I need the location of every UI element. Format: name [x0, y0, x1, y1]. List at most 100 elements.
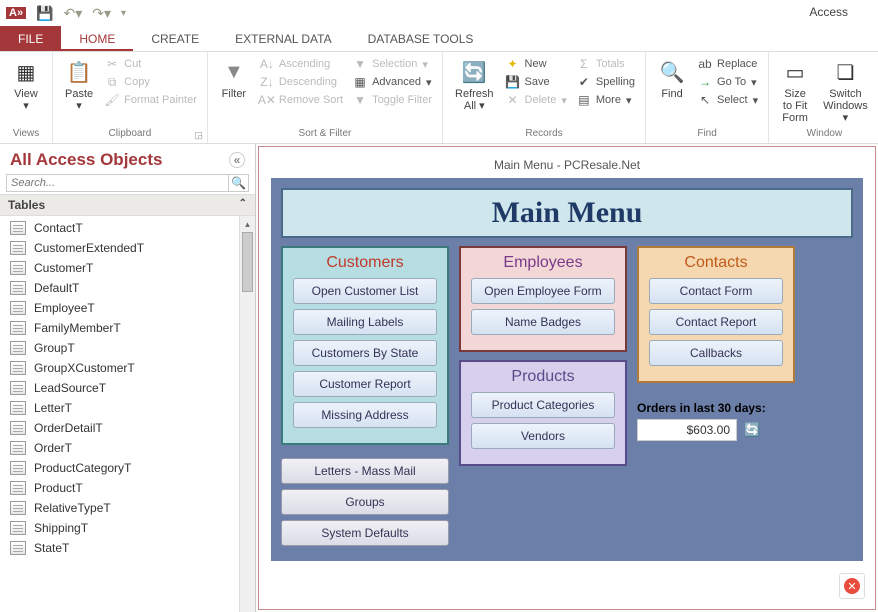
new-button[interactable]: ✦New: [504, 56, 569, 72]
orders-value: $603.00: [637, 419, 737, 441]
select-button[interactable]: ↖Select ▾: [696, 92, 760, 108]
contact-form-button[interactable]: Contact Form: [649, 278, 783, 304]
refresh-orders-icon[interactable]: 🔄: [744, 422, 762, 440]
filter-button[interactable]: ▼ Filter: [216, 56, 252, 102]
table-label: CustomerExtendedT: [34, 241, 144, 255]
contact-report-button[interactable]: Contact Report: [649, 309, 783, 335]
main-menu-title: Main Menu: [289, 196, 845, 230]
goto-button[interactable]: →Go To ▾: [696, 74, 760, 90]
scroll-thumb[interactable]: [242, 232, 253, 292]
product-categories-button[interactable]: Product Categories: [471, 392, 615, 418]
mailing-labels-button[interactable]: Mailing Labels: [293, 309, 437, 335]
table-customert[interactable]: CustomerT: [0, 258, 239, 278]
find-button[interactable]: 🔍 Find: [654, 56, 690, 102]
format-painter-button[interactable]: 🖌Format Painter: [103, 92, 199, 108]
more-button[interactable]: ▤More ▾: [575, 92, 637, 108]
table-relativetypet[interactable]: RelativeTypeT: [0, 498, 239, 518]
spelling-button[interactable]: ✔Spelling: [575, 74, 637, 90]
table-productt[interactable]: ProductT: [0, 478, 239, 498]
tab-create[interactable]: CREATE: [133, 26, 217, 51]
replace-button[interactable]: abReplace: [696, 56, 760, 72]
customers-panel: Customers Open Customer ListMailing Labe…: [281, 246, 449, 445]
table-leadsourcet[interactable]: LeadSourceT: [0, 378, 239, 398]
table-defaultt[interactable]: DefaultT: [0, 278, 239, 298]
nav-header[interactable]: All Access Objects «: [0, 144, 255, 172]
name-badges-button[interactable]: Name Badges: [471, 309, 615, 335]
table-shippingt[interactable]: ShippingT: [0, 518, 239, 538]
advanced-button[interactable]: ▦Advanced ▾: [351, 74, 434, 90]
totals-button[interactable]: ΣTotals: [575, 56, 637, 72]
qat-customize-icon[interactable]: ▾: [121, 8, 126, 19]
table-icon: [10, 261, 26, 275]
open-employee-form-button[interactable]: Open Employee Form: [471, 278, 615, 304]
paste-button[interactable]: 📋 Paste▾: [61, 56, 97, 114]
table-icon: [10, 221, 26, 235]
delete-button[interactable]: ✕Delete ▾: [504, 92, 569, 108]
table-groupxcustomert[interactable]: GroupXCustomerT: [0, 358, 239, 378]
chevron-left-icon[interactable]: «: [229, 152, 245, 168]
switch-windows-button[interactable]: ❏ Switch Windows▾: [819, 56, 872, 126]
save-record-button[interactable]: 💾Save: [504, 74, 569, 90]
remove-sort-button[interactable]: A✕Remove Sort: [258, 92, 345, 108]
search-input[interactable]: [6, 174, 229, 192]
vendors-button[interactable]: Vendors: [471, 423, 615, 449]
save-icon[interactable]: 💾: [36, 5, 53, 22]
save-icon: 💾: [506, 75, 520, 89]
table-icon: [10, 501, 26, 515]
copy-icon: ⧉: [105, 75, 119, 89]
close-icon: ✕: [844, 578, 860, 594]
view-button[interactable]: ▦ View▾: [8, 56, 44, 114]
table-employeet[interactable]: EmployeeT: [0, 298, 239, 318]
refresh-all-button[interactable]: 🔄 Refresh All ▾: [451, 56, 498, 114]
quick-access-toolbar: A» 💾 ↶▾ ↷▾ ▾: [6, 5, 126, 22]
scroll-up-icon[interactable]: ▴: [240, 216, 255, 232]
cut-button[interactable]: ✂Cut: [103, 56, 199, 72]
table-label: LetterT: [34, 401, 72, 415]
tab-file[interactable]: FILE: [0, 26, 61, 51]
redo-icon[interactable]: ↷▾: [92, 5, 111, 22]
size-to-fit-button[interactable]: ▭ Size to Fit Form: [777, 56, 813, 126]
copy-button[interactable]: ⧉Copy: [103, 74, 199, 90]
missing-address-button[interactable]: Missing Address: [293, 402, 437, 428]
table-contactt[interactable]: ContactT: [0, 218, 239, 238]
callbacks-button[interactable]: Callbacks: [649, 340, 783, 366]
table-groupt[interactable]: GroupT: [0, 338, 239, 358]
tab-home[interactable]: HOME: [61, 26, 133, 51]
dialog-launcher-icon[interactable]: ◲: [194, 130, 203, 141]
table-lettert[interactable]: LetterT: [0, 398, 239, 418]
selection-button[interactable]: ▼Selection ▾: [351, 56, 434, 72]
ascending-button[interactable]: A↓Ascending: [258, 56, 345, 72]
tab-external-data[interactable]: EXTERNAL DATA: [217, 26, 349, 51]
tab-database-tools[interactable]: DATABASE TOOLS: [350, 26, 492, 51]
table-statet[interactable]: StateT: [0, 538, 239, 558]
descending-button[interactable]: Z↓Descending: [258, 74, 345, 90]
close-button[interactable]: ✕: [839, 573, 865, 599]
customers-by-state-button[interactable]: Customers By State: [293, 340, 437, 366]
table-icon: [10, 441, 26, 455]
access-icon: A»: [6, 7, 26, 19]
search-icon[interactable]: 🔍: [229, 174, 249, 192]
undo-icon[interactable]: ↶▾: [64, 5, 83, 22]
table-customerextendedt[interactable]: CustomerExtendedT: [0, 238, 239, 258]
groups-button[interactable]: Groups: [281, 489, 449, 515]
title-bar: A» 💾 ↶▾ ↷▾ ▾ Access: [0, 0, 878, 26]
table-familymembert[interactable]: FamilyMemberT: [0, 318, 239, 338]
selection-icon: ▼: [353, 57, 367, 71]
more-icon: ▤: [577, 93, 591, 107]
scrollbar[interactable]: ▴: [239, 216, 255, 612]
contacts-panel: Contacts Contact FormContact ReportCallb…: [637, 246, 795, 383]
open-customer-list-button[interactable]: Open Customer List: [293, 278, 437, 304]
system-defaults-button[interactable]: System Defaults: [281, 520, 449, 546]
table-orderdetailt[interactable]: OrderDetailT: [0, 418, 239, 438]
collapse-icon[interactable]: ⌃: [239, 198, 247, 212]
letters-mass-mail-button[interactable]: Letters - Mass Mail: [281, 458, 449, 484]
fit-form-icon: ▭: [781, 58, 809, 86]
tables-section-header[interactable]: Tables ⌃: [0, 194, 255, 216]
customer-report-button[interactable]: Customer Report: [293, 371, 437, 397]
table-label: FamilyMemberT: [34, 321, 121, 335]
group-label-window: Window: [777, 126, 872, 141]
table-ordert[interactable]: OrderT: [0, 438, 239, 458]
toggle-filter-button[interactable]: ▼Toggle Filter: [351, 92, 434, 108]
group-label-sort: Sort & Filter: [216, 126, 434, 141]
table-productcategoryt[interactable]: ProductCategoryT: [0, 458, 239, 478]
